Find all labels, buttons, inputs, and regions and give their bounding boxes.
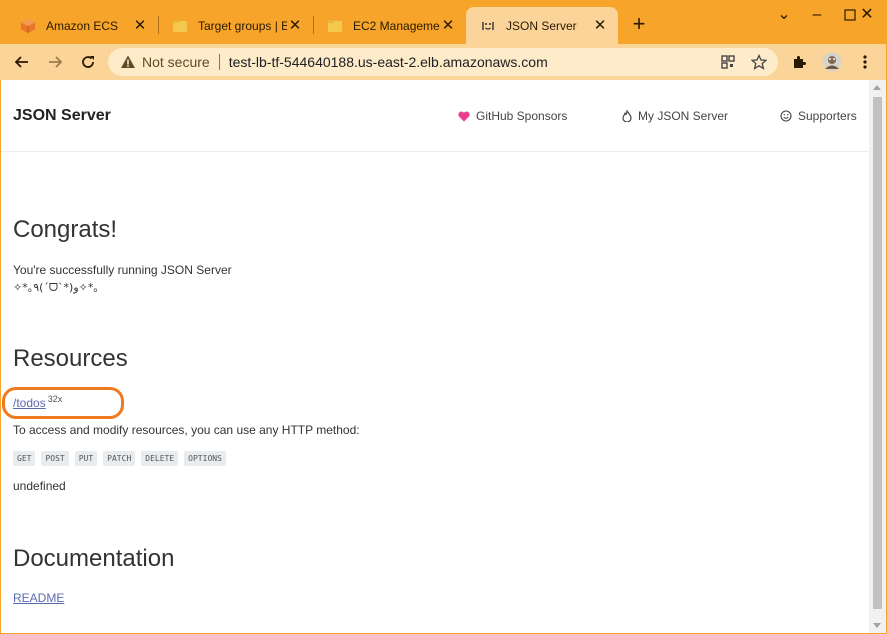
scroll-down-arrow-icon[interactable]	[873, 623, 881, 628]
tab-strip: Amazon ECS ✕ Target groups | E ✕ EC2 Man…	[0, 0, 887, 44]
nav-label: My JSON Server	[638, 109, 729, 123]
tab-title: Amazon ECS	[46, 18, 119, 33]
forward-arrow-icon[interactable]	[42, 49, 68, 75]
nav-supporters[interactable]: Supporters	[780, 109, 857, 123]
browser-toolbar: Not secure test-lb-tf-544640188.us-east-…	[0, 44, 887, 80]
close-window-icon[interactable]: ✕	[856, 4, 878, 26]
omnibox-divider	[218, 54, 220, 70]
window-frame-left	[0, 80, 1, 634]
orange-highlight-annotation	[2, 387, 124, 419]
access-instructions: To access and modify resources, you can …	[13, 423, 360, 437]
tab-amazon-ecs[interactable]: Amazon ECS ✕	[6, 7, 158, 44]
method-badge-get: GET	[13, 451, 36, 466]
documentation-heading: Documentation	[13, 545, 175, 572]
folder-icon	[172, 18, 188, 34]
heart-icon	[458, 111, 470, 122]
tab-close-icon[interactable]: ✕	[592, 17, 608, 34]
site-header: JSON Server GitHub Sponsors My JSON Serv…	[1, 80, 869, 152]
url-text[interactable]: test-lb-tf-544640188.us-east-2.elb.amazo…	[229, 54, 548, 70]
method-badge-options: OPTIONS	[184, 451, 226, 466]
page-viewport: JSON Server GitHub Sponsors My JSON Serv…	[1, 80, 869, 633]
bookmark-star-icon[interactable]	[751, 54, 767, 70]
nav-label: GitHub Sponsors	[476, 109, 568, 123]
tab-close-icon[interactable]: ✕	[440, 17, 456, 34]
security-label[interactable]: Not secure	[142, 54, 210, 70]
http-method-list: GET POST PUT PATCH DELETE OPTIONS	[13, 451, 232, 466]
resources-heading: Resources	[13, 345, 128, 372]
tab-close-icon[interactable]: ✕	[132, 17, 148, 34]
scrollbar-thumb[interactable]	[873, 97, 882, 609]
readme-item: README	[13, 591, 64, 605]
method-badge-put: PUT	[74, 451, 98, 466]
chevron-down-icon[interactable]: ⌄	[773, 4, 795, 26]
nav-label: Supporters	[798, 109, 857, 123]
tab-close-icon[interactable]: ✕	[287, 17, 303, 34]
reload-icon[interactable]	[75, 49, 101, 75]
warning-triangle-icon[interactable]	[120, 54, 136, 70]
back-arrow-icon[interactable]	[9, 49, 35, 75]
profile-avatar-icon[interactable]	[819, 49, 845, 75]
smile-icon	[780, 110, 792, 122]
address-bar[interactable]: Not secure test-lb-tf-544640188.us-east-…	[108, 48, 778, 76]
tab-title: JSON Server	[506, 18, 577, 33]
new-tab-plus-icon[interactable]: +	[626, 11, 652, 37]
scroll-up-arrow-icon[interactable]	[873, 85, 881, 90]
tab-title: Target groups | E	[198, 18, 287, 33]
nav-my-json-server[interactable]: My JSON Server	[622, 109, 728, 123]
readme-link[interactable]: README	[13, 591, 64, 605]
vertical-scrollbar[interactable]	[869, 80, 886, 633]
method-badge-patch: PATCH	[103, 451, 136, 466]
flame-icon	[622, 110, 632, 122]
tab-title: EC2 Managemen	[353, 18, 440, 33]
tab-json-server[interactable]: JSON Server ✕	[466, 7, 618, 44]
qr-code-icon[interactable]	[720, 54, 736, 70]
aws-cube-icon	[20, 18, 36, 34]
menu-kebab-icon[interactable]	[852, 49, 878, 75]
tab-target-groups[interactable]: Target groups | E ✕	[158, 7, 313, 44]
tab-ec2-management[interactable]: EC2 Managemen ✕	[313, 7, 466, 44]
congrats-heading: Congrats!	[13, 216, 118, 243]
undefined-text: undefined	[13, 479, 66, 493]
success-message: You're successfully running JSON Server	[13, 263, 232, 277]
json-server-face-icon	[480, 18, 496, 34]
nav-github-sponsors[interactable]: GitHub Sponsors	[458, 109, 567, 123]
method-badge-delete: DELETE	[141, 451, 179, 466]
kaomoji-text: ✧*｡٩(ˊᗜˋ*)و✧*｡	[13, 281, 99, 294]
method-badge-post: POST	[41, 451, 69, 466]
folder-icon	[327, 18, 343, 34]
extensions-puzzle-icon[interactable]	[786, 49, 812, 75]
minimize-icon[interactable]: –	[806, 4, 828, 26]
site-brand[interactable]: JSON Server	[13, 107, 111, 125]
